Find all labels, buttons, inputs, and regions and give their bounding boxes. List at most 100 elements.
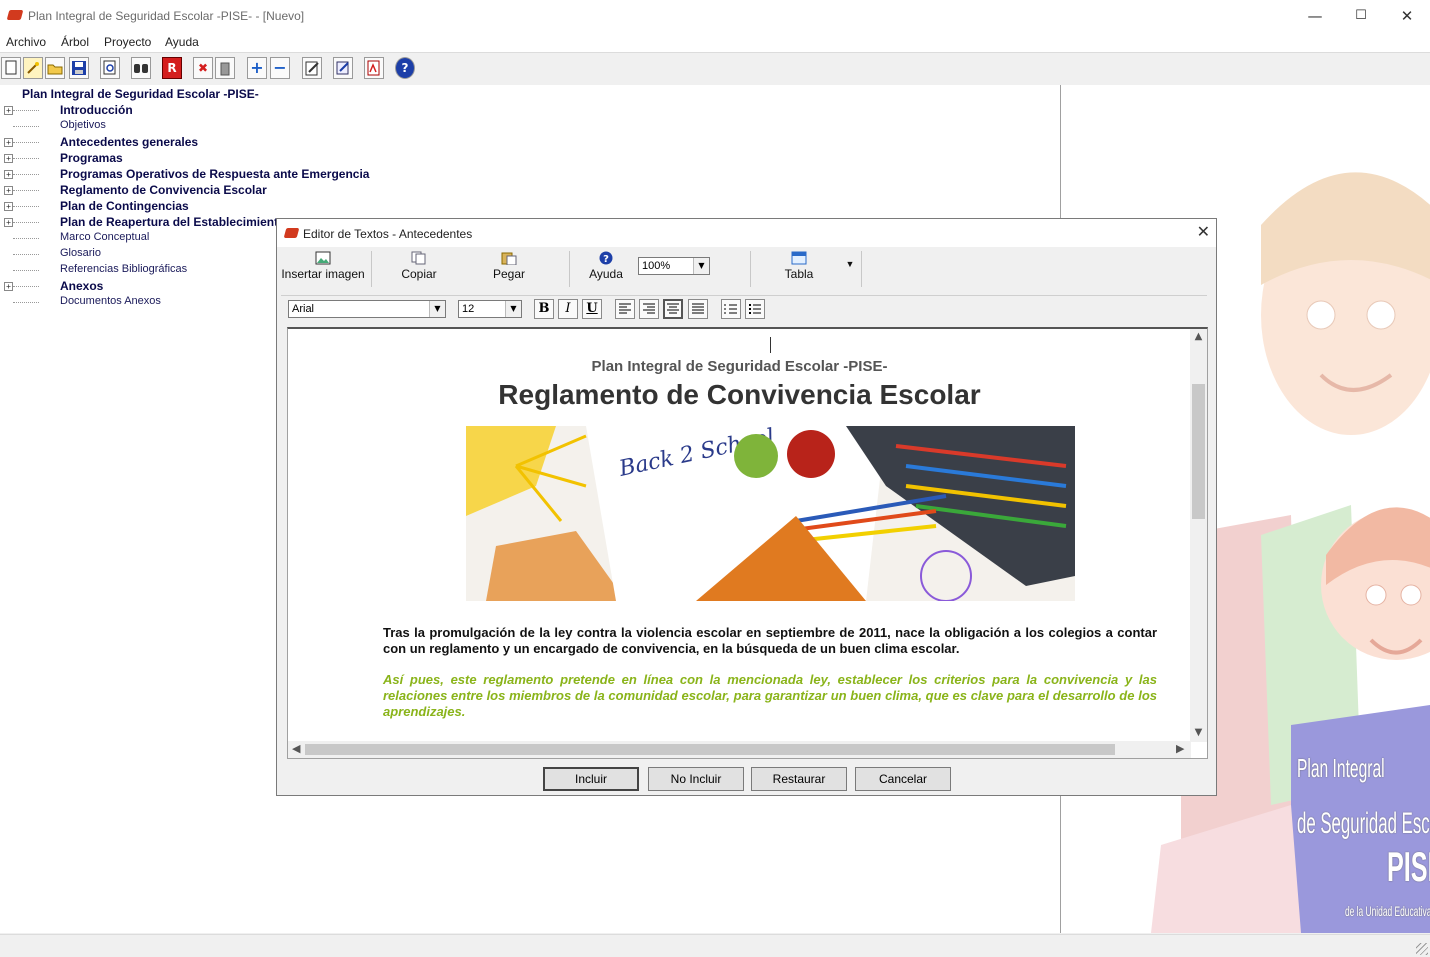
remove-icon[interactable]: − — [270, 57, 290, 79]
tree-item-objetivos[interactable]: Objetivos — [0, 118, 300, 134]
expand-icon[interactable]: + — [4, 202, 13, 211]
tree-item-introduccion[interactable]: + Introducción — [0, 102, 300, 118]
paste-icon — [501, 251, 517, 266]
italic-button[interactable]: I — [558, 299, 578, 319]
report-r-icon[interactable]: R — [162, 57, 182, 79]
paste-button[interactable]: Pegar — [479, 247, 539, 291]
find-icon[interactable] — [131, 57, 151, 79]
cancel-button[interactable]: Cancelar — [855, 767, 951, 791]
resize-grip-icon[interactable] — [1416, 943, 1428, 955]
expand-icon[interactable]: + — [4, 106, 13, 115]
scroll-right-icon[interactable]: ▶ — [1176, 742, 1184, 755]
logo-line1: Plan Integral — [1297, 753, 1385, 783]
tree-item-referencias[interactable]: Referencias Bibliográficas — [0, 262, 300, 278]
status-bar — [0, 934, 1430, 957]
expand-icon[interactable]: + — [4, 186, 13, 195]
tree-item-anexos[interactable]: + Anexos — [0, 278, 300, 294]
copy-button[interactable]: Copiar — [389, 247, 449, 291]
expand-icon[interactable]: + — [4, 154, 13, 163]
text-cursor — [770, 337, 771, 353]
vertical-scrollbar[interactable]: ▲ ▼ — [1190, 329, 1207, 742]
include-button[interactable]: Incluir — [543, 767, 639, 791]
table-button[interactable]: Tabla — [774, 247, 824, 291]
tree-item-programas[interactable]: + Programas — [0, 150, 300, 166]
tree-item-documentos-anexos[interactable]: Documentos Anexos — [0, 294, 300, 310]
document-subtitle: Plan Integral de Seguridad Escolar -PISE… — [591, 358, 888, 375]
align-right-icon[interactable] — [639, 299, 659, 319]
table-icon — [791, 251, 807, 265]
underline-button[interactable]: U — [582, 299, 602, 319]
insert-image-icon — [315, 251, 331, 265]
menu-bar: Archivo Árbol Proyecto Ayuda — [0, 32, 1430, 52]
logo-line4: de la Unidad Educativa — [1345, 903, 1430, 919]
scroll-up-icon[interactable]: ▲ — [1190, 331, 1207, 342]
zoom-select[interactable]: 100% ▼ — [638, 257, 710, 275]
title-bar: Plan Integral de Seguridad Escolar -PISE… — [0, 0, 1430, 32]
maximize-button[interactable]: ☐ — [1338, 0, 1384, 32]
scroll-down-icon[interactable]: ▼ — [1190, 727, 1207, 738]
tree-item-marco-conceptual[interactable]: Marco Conceptual — [0, 230, 300, 246]
font-family-select[interactable]: Arial ▼ — [288, 300, 446, 318]
align-left-icon[interactable] — [615, 299, 635, 319]
numbered-list-icon[interactable] — [721, 299, 741, 319]
horizontal-scroll-thumb[interactable] — [305, 744, 1115, 755]
align-center-icon[interactable] — [663, 299, 683, 319]
edit-icon[interactable] — [333, 57, 353, 79]
menu-proyecto[interactable]: Proyecto — [104, 35, 151, 49]
expand-icon[interactable]: + — [4, 138, 13, 147]
bullet-list-icon[interactable] — [745, 299, 765, 319]
expand-icon[interactable]: + — [4, 218, 13, 227]
app-icon — [6, 10, 24, 20]
document-editor[interactable]: Plan Integral de Seguridad Escolar -PISE… — [287, 327, 1208, 759]
tree-item-programas-operativos[interactable]: + Programas Operativos de Respuesta ante … — [0, 166, 380, 182]
zoom-dropdown-icon[interactable]: ▼ — [693, 258, 709, 274]
pdf-icon[interactable] — [364, 57, 384, 79]
horizontal-scrollbar[interactable]: ◀ ▶ — [288, 741, 1191, 758]
dialog-title: Editor de Textos - Antecedentes — [303, 227, 473, 241]
close-button[interactable]: ✕ — [1384, 0, 1430, 32]
font-size-select[interactable]: 12 ▼ — [458, 300, 522, 318]
save-icon[interactable] — [69, 57, 89, 79]
size-dropdown-icon[interactable]: ▼ — [505, 301, 521, 317]
minimize-button[interactable]: — — [1292, 0, 1338, 32]
logo-line3: PISE — [1387, 843, 1430, 890]
dialog-app-icon — [283, 228, 300, 238]
edit-document-icon[interactable] — [302, 57, 322, 79]
help-icon[interactable]: ? — [395, 57, 415, 79]
bold-button[interactable]: B — [534, 299, 554, 319]
scroll-left-icon[interactable]: ◀ — [292, 742, 300, 755]
tree-item-reglamento[interactable]: + Reglamento de Convivencia Escolar — [0, 182, 300, 198]
tree-item-contingencias[interactable]: + Plan de Contingencias — [0, 198, 300, 214]
tree-item-glosario[interactable]: Glosario — [0, 246, 300, 262]
vertical-scroll-thumb[interactable] — [1192, 384, 1205, 519]
back-to-school-image: Back 2 School — [466, 426, 1075, 601]
expand-icon[interactable]: + — [4, 282, 13, 291]
restore-button[interactable]: Restaurar — [751, 767, 847, 791]
wizard-icon[interactable] — [23, 57, 43, 79]
trash-icon[interactable] — [215, 57, 235, 79]
help-button[interactable]: ? Ayuda — [581, 247, 631, 291]
main-toolbar: R ✖ + − ? — [0, 52, 1430, 86]
expand-icon[interactable]: + — [4, 170, 13, 179]
tree-item-reapertura[interactable]: + Plan de Reapertura del Establecimiento — [0, 214, 300, 230]
dialog-close-button[interactable]: ✕ — [1197, 222, 1210, 241]
new-document-icon[interactable] — [1, 57, 21, 79]
font-dropdown-icon[interactable]: ▼ — [429, 301, 445, 317]
paragraph-1: Tras la promulgación de la ley contra la… — [383, 625, 1157, 656]
paragraph-2: Así pues, este reglamento pretende en lí… — [383, 672, 1157, 719]
tree-root[interactable]: Plan Integral de Seguridad Escolar -PISE… — [22, 87, 259, 101]
menu-arbol[interactable]: Árbol — [61, 35, 89, 49]
dialog-title-bar: Editor de Textos - Antecedentes ✕ — [277, 219, 1216, 247]
insert-image-button[interactable]: Insertar imagen — [281, 247, 365, 291]
tree-item-antecedentes[interactable]: + Antecedentes generales — [0, 134, 300, 150]
preview-icon[interactable] — [100, 57, 120, 79]
help-icon: ? — [598, 251, 614, 265]
add-icon[interactable]: + — [247, 57, 267, 79]
exclude-button[interactable]: No Incluir — [648, 767, 744, 791]
align-justify-icon[interactable] — [688, 299, 708, 319]
open-folder-icon[interactable] — [45, 57, 65, 79]
menu-archivo[interactable]: Archivo — [6, 35, 46, 49]
table-dropdown-icon[interactable]: ▼ — [843, 259, 857, 275]
menu-ayuda[interactable]: Ayuda — [165, 35, 199, 49]
delete-icon[interactable]: ✖ — [193, 57, 213, 79]
